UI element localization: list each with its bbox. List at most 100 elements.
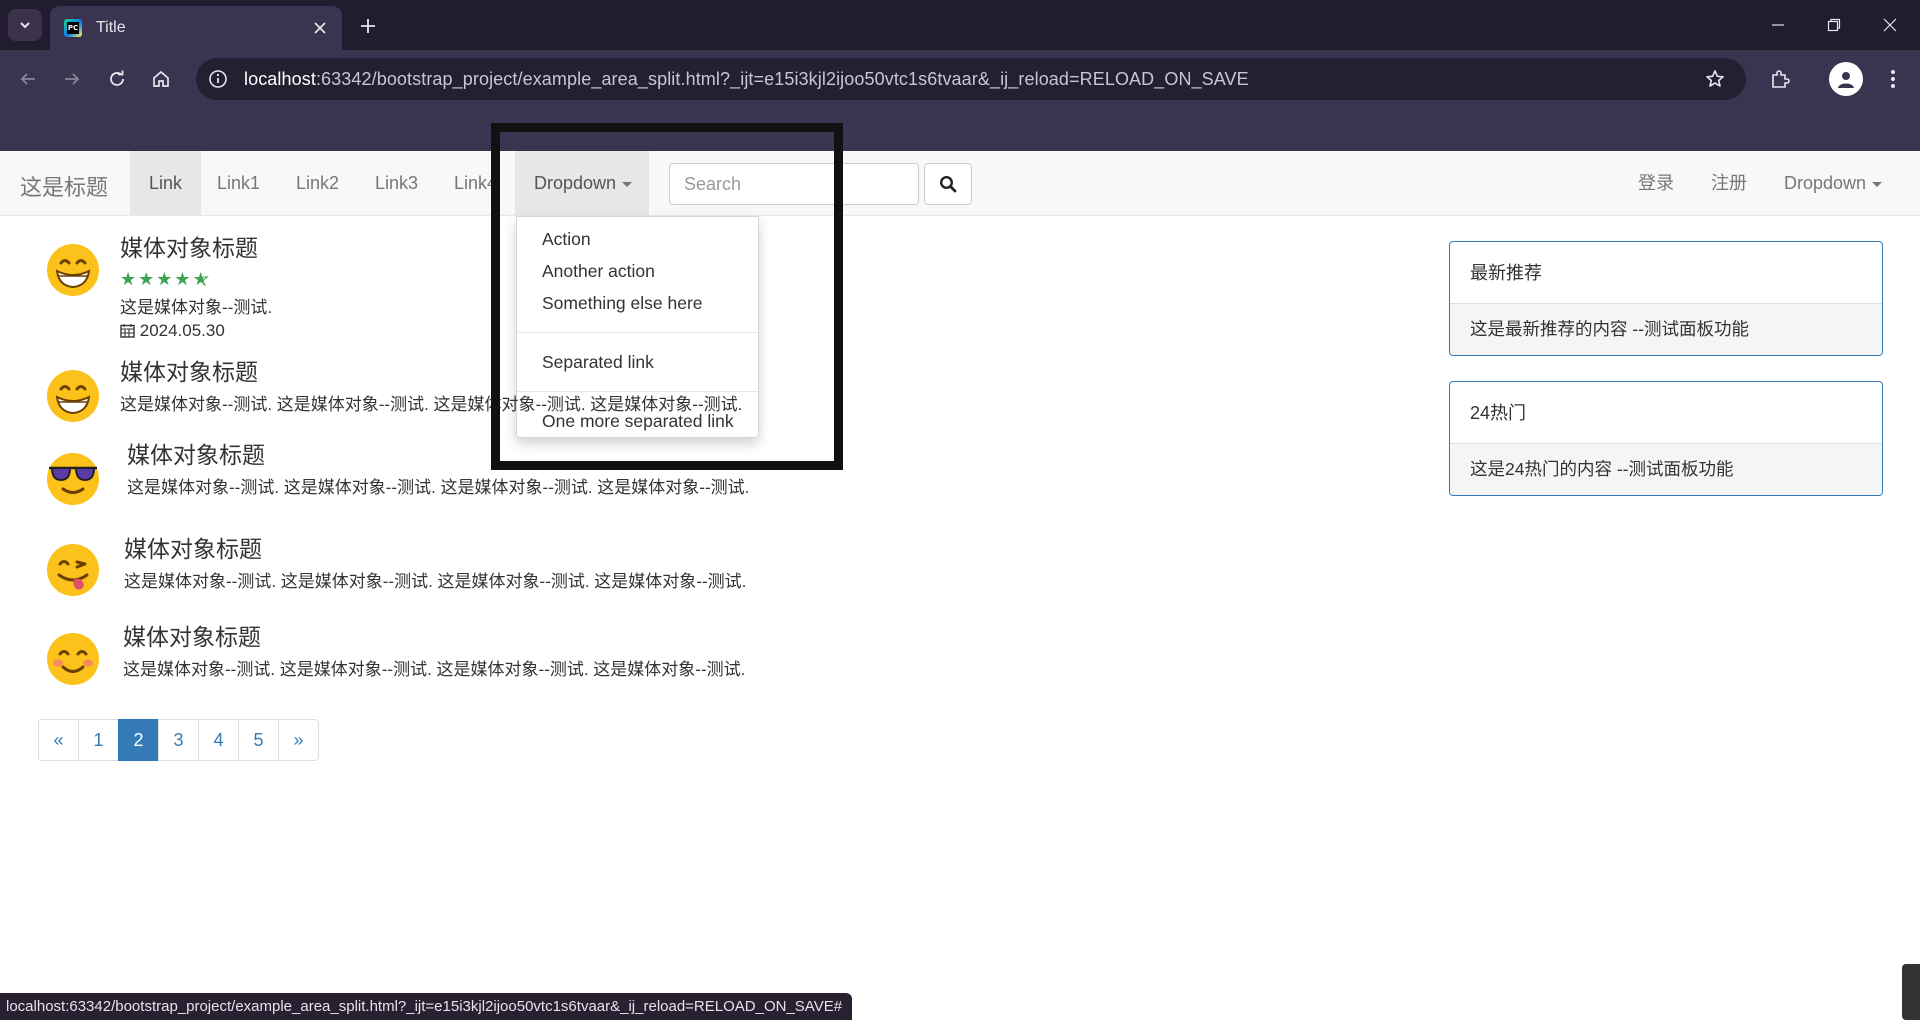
browser-menu-button[interactable] (1876, 62, 1910, 96)
pagination-page-1[interactable]: 1 (78, 719, 119, 761)
star-half-empty-icon: ★ (203, 269, 211, 290)
caret-down-icon (622, 181, 633, 187)
pagination-page-5[interactable]: 5 (238, 719, 279, 761)
url-text: localhost:63342/bootstrap_project/exampl… (244, 69, 1249, 90)
media-date-text: 2024.05.30 (139, 321, 225, 340)
nav-login[interactable]: 登录 (1619, 151, 1693, 215)
pagination-page-2[interactable]: 2 (118, 719, 159, 761)
pagination-page-3[interactable]: 3 (158, 719, 199, 761)
extensions-button[interactable] (1763, 62, 1797, 96)
nav-right-dropdown-label: Dropdown (1784, 173, 1867, 193)
forward-button[interactable] (55, 62, 89, 96)
bookmark-bar (0, 107, 1920, 151)
search-input[interactable]: Search (669, 163, 919, 205)
profile-avatar[interactable] (1829, 62, 1863, 96)
back-button[interactable] (11, 62, 45, 96)
panel-heading: 最新推荐 (1450, 242, 1882, 304)
media-heading: 媒体对象标题 (123, 624, 261, 650)
nav-link-3[interactable]: Link3 (356, 151, 437, 215)
url-host: localhost (244, 68, 316, 89)
site-info-icon[interactable] (200, 61, 236, 97)
yum-face-icon (47, 544, 99, 596)
media-heading: 媒体对象标题 (127, 442, 265, 468)
nav-dropdown-label: Dropdown (534, 173, 617, 193)
media-text: 这是媒体对象--测试. (120, 298, 273, 317)
pagination-prev[interactable]: « (38, 719, 79, 761)
dropdown-item-action[interactable]: Action (517, 223, 758, 255)
minimize-icon (1772, 24, 1784, 26)
restore-button[interactable] (1806, 0, 1862, 50)
close-tab-button[interactable] (306, 14, 334, 42)
nav-link-4[interactable]: Link4 (435, 151, 516, 215)
search-icon (939, 175, 957, 193)
panel-heading: 24热门 (1450, 382, 1882, 444)
bookmark-star-button[interactable] (1698, 62, 1732, 96)
star-rating: ★★★★★★ (120, 269, 272, 291)
star-full-icon: ★ (120, 269, 139, 289)
browser-tab-strip: PC Title (0, 0, 1920, 50)
media-text: 这是媒体对象--测试. 这是媒体对象--测试. 这是媒体对象--测试. 这是媒体… (124, 572, 747, 591)
media-heading: 媒体对象标题 (120, 235, 258, 261)
chevron-down-icon (20, 22, 30, 29)
star-half-icon: ★ (193, 269, 203, 290)
grinning-face-icon (47, 244, 99, 296)
media-date: 2024.05.30 (120, 321, 272, 341)
smiling-face-icon (47, 633, 99, 685)
nav-link-1[interactable]: Link1 (198, 151, 279, 215)
dropdown-item-something-else[interactable]: Something else here (517, 287, 758, 319)
tab-title: Title (96, 19, 126, 36)
media-text: 这是媒体对象--测试. 这是媒体对象--测试. 这是媒体对象--测试. 这是媒体… (123, 660, 746, 679)
tab-search-button[interactable] (8, 9, 42, 41)
reload-button[interactable] (100, 62, 134, 96)
media-heading: 媒体对象标题 (120, 359, 258, 385)
link-status-bar: localhost:63342/bootstrap_project/exampl… (0, 993, 853, 1020)
panel-body: 这是最新推荐的内容 --测试面板功能 (1450, 304, 1882, 355)
star-full-icon: ★ (138, 269, 157, 289)
media-body: 媒体对象标题 这是媒体对象--测试. 这是媒体对象--测试. 这是媒体对象--测… (124, 530, 746, 592)
pagination: « 1 2 3 4 5 » (38, 719, 319, 761)
nav-right-dropdown-toggle[interactable]: Dropdown (1765, 151, 1901, 215)
minimize-button[interactable] (1750, 0, 1806, 50)
grinning-face-icon (47, 370, 99, 422)
dropdown-item-another-action[interactable]: Another action (517, 255, 758, 287)
close-window-button[interactable] (1862, 0, 1918, 50)
arrow-right-icon (65, 73, 80, 85)
search-button[interactable] (924, 163, 972, 205)
close-icon (1883, 18, 1897, 32)
nav-link[interactable]: Link (130, 151, 202, 215)
reload-icon (110, 70, 124, 86)
home-icon (153, 70, 169, 87)
pagination-page-4[interactable]: 4 (198, 719, 239, 761)
panel-latest: 最新推荐 这是最新推荐的内容 --测试面板功能 (1449, 241, 1883, 356)
puzzle-icon (1772, 70, 1790, 88)
calendar-icon (120, 324, 135, 338)
pagination-next[interactable]: » (278, 719, 319, 761)
media-text: 这是媒体对象--测试. 这是媒体对象--测试. 这是媒体对象--测试. 这是媒体… (120, 395, 743, 414)
caret-down-icon (1872, 181, 1883, 187)
navbar-brand[interactable]: 这是标题 (20, 170, 108, 202)
new-tab-button[interactable] (352, 10, 384, 42)
star-full-icon: ★ (156, 269, 175, 289)
nav-link-2[interactable]: Link2 (277, 151, 358, 215)
media-body: 媒体对象标题 这是媒体对象--测试. 这是媒体对象--测试. 这是媒体对象--测… (120, 353, 742, 415)
home-button[interactable] (144, 62, 178, 96)
browser-tab[interactable]: PC Title (50, 6, 342, 50)
star-full-icon: ★ (174, 269, 193, 289)
nav-register[interactable]: 注册 (1692, 151, 1766, 215)
browser-toolbar: localhost:63342/bootstrap_project/exampl… (0, 50, 1920, 107)
url-path: :63342/bootstrap_project/example_area_sp… (315, 68, 1249, 89)
close-icon (314, 22, 326, 34)
panel-hot: 24热门 这是24热门的内容 --测试面板功能 (1449, 381, 1883, 496)
media-text: 这是媒体对象--测试. 这是媒体对象--测试. 这是媒体对象--测试. 这是媒体… (127, 478, 750, 497)
person-icon (1838, 72, 1854, 88)
media-body: 媒体对象标题 这是媒体对象--测试. 这是媒体对象--测试. 这是媒体对象--测… (123, 618, 745, 680)
media-body: 媒体对象标题 ★★★★★★ 这是媒体对象--测试. 2024.05.30 (120, 229, 272, 341)
sunglasses-face-icon (47, 453, 99, 505)
restore-icon (1827, 18, 1841, 32)
favicon-label: PC (67, 22, 79, 34)
nav-dropdown-toggle[interactable]: Dropdown (515, 151, 649, 215)
scrollbar-thumb[interactable] (1902, 964, 1920, 1020)
address-bar[interactable]: localhost:63342/bootstrap_project/exampl… (196, 58, 1746, 100)
star-icon (1706, 70, 1724, 87)
panel-body: 这是24热门的内容 --测试面板功能 (1450, 444, 1882, 495)
